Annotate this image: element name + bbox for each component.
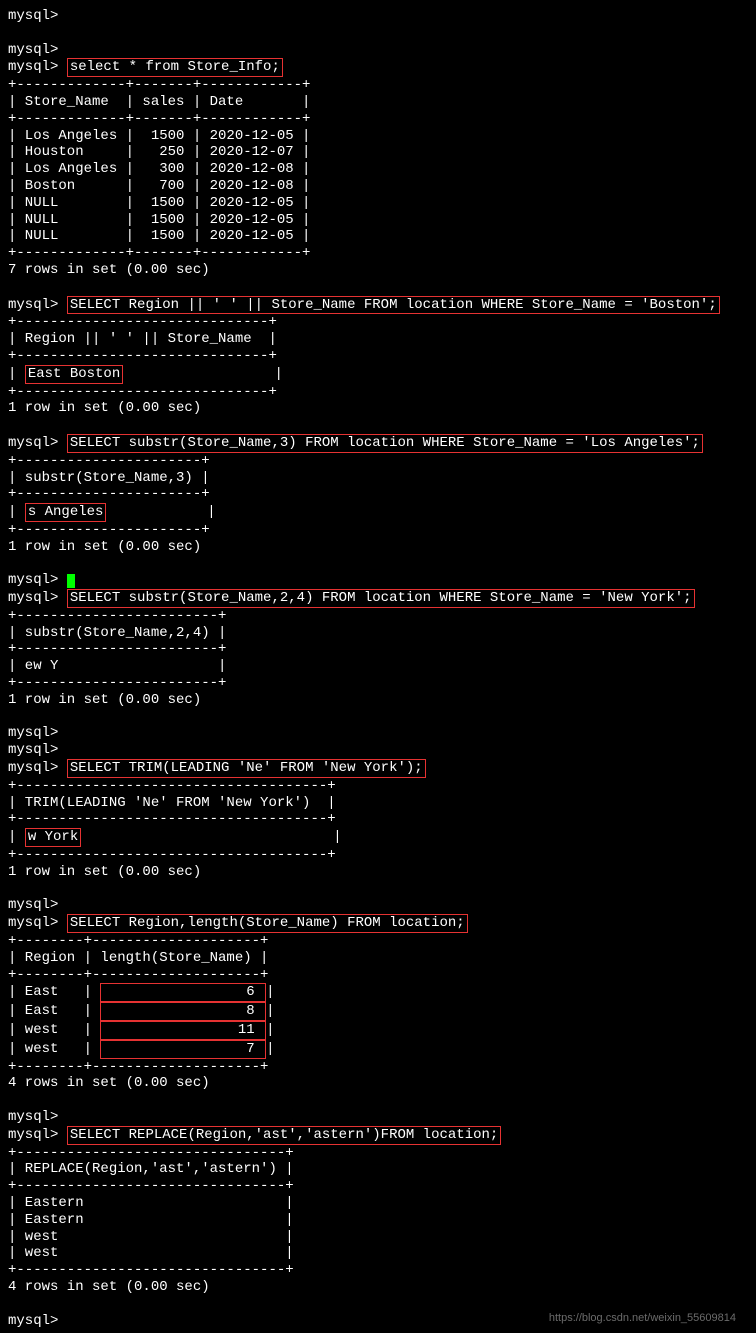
prompt: mysql> — [8, 297, 58, 313]
prompt: mysql> — [8, 725, 58, 741]
table-separator: +--------+--------------------+ — [8, 933, 748, 950]
table-row: | East Boston | — [8, 365, 748, 384]
table-row: | west | — [8, 1245, 748, 1262]
table-row: | East | 8 | — [8, 1002, 748, 1021]
query-5: SELECT TRIM(LEADING 'Ne' FROM 'New York'… — [67, 759, 426, 778]
table-header: | REPLACE(Region,'ast','astern') | — [8, 1161, 748, 1178]
result-value: 7 — [100, 1040, 266, 1059]
table-header: | Region | length(Store_Name) | — [8, 950, 748, 967]
status-line: 1 row in set (0.00 sec) — [8, 692, 748, 709]
table-row: | Boston | 700 | 2020-12-08 | — [8, 178, 748, 195]
table-row: | s Angeles | — [8, 503, 748, 522]
table-row: | NULL | 1500 | 2020-12-05 | — [8, 195, 748, 212]
prompt: mysql> — [8, 1109, 58, 1125]
table-separator: +------------------------------+ — [8, 314, 748, 331]
query-2: SELECT Region || ' ' || Store_Name FROM … — [67, 296, 720, 315]
table-separator: +----------------------+ — [8, 486, 748, 503]
table-header: | Store_Name | sales | Date | — [8, 94, 748, 111]
status-line: 1 row in set (0.00 sec) — [8, 400, 748, 417]
table-separator: +-------------+-------+------------+ — [8, 245, 748, 262]
result-value: 8 — [100, 1002, 266, 1021]
table-header: | substr(Store_Name,2,4) | — [8, 625, 748, 642]
table-row: | ew Y | — [8, 658, 748, 675]
result-value: 6 — [100, 983, 266, 1002]
cursor-icon — [67, 574, 75, 588]
query-7: SELECT REPLACE(Region,'ast','astern')FRO… — [67, 1126, 501, 1145]
prompt: mysql> — [8, 59, 58, 75]
prompt: mysql> — [8, 435, 58, 451]
result-value: s Angeles — [25, 503, 107, 522]
table-row: | west | 7 | — [8, 1040, 748, 1059]
watermark: https://blog.csdn.net/weixin_55609814 — [549, 1312, 736, 1325]
prompt: mysql> — [8, 915, 58, 931]
table-separator: +--------------------------------+ — [8, 1145, 748, 1162]
table-separator: +-------------+-------+------------+ — [8, 77, 748, 94]
table-separator: +-------------+-------+------------+ — [8, 111, 748, 128]
status-line: 7 rows in set (0.00 sec) — [8, 262, 748, 279]
prompt: mysql> — [8, 742, 58, 758]
table-row: | Eastern | — [8, 1212, 748, 1229]
table-row: | west | — [8, 1229, 748, 1246]
status-line: 1 row in set (0.00 sec) — [8, 864, 748, 881]
result-value: 11 — [100, 1021, 266, 1040]
table-row: | Eastern | — [8, 1195, 748, 1212]
prompt: mysql> — [8, 8, 58, 24]
result-value: East Boston — [25, 365, 123, 384]
status-line: 1 row in set (0.00 sec) — [8, 539, 748, 556]
table-row: | Houston | 250 | 2020-12-07 | — [8, 144, 748, 161]
prompt: mysql> — [8, 1127, 58, 1143]
table-row: | East | 6 | — [8, 983, 748, 1002]
table-row: | west | 11 | — [8, 1021, 748, 1040]
table-separator: +----------------------+ — [8, 522, 748, 539]
table-separator: +----------------------+ — [8, 453, 748, 470]
table-separator: +-------------------------------------+ — [8, 778, 748, 795]
table-row: | Los Angeles | 300 | 2020-12-08 | — [8, 161, 748, 178]
prompt: mysql> — [8, 572, 58, 588]
table-separator: +------------------------+ — [8, 675, 748, 692]
table-separator: +--------+--------------------+ — [8, 1059, 748, 1076]
prompt: mysql> — [8, 760, 58, 776]
prompt: mysql> — [8, 1313, 58, 1329]
table-separator: +--------+--------------------+ — [8, 967, 748, 984]
query-1: select * from Store_Info; — [67, 58, 283, 77]
prompt: mysql> — [8, 590, 58, 606]
table-row: | NULL | 1500 | 2020-12-05 | — [8, 212, 748, 229]
table-separator: +--------------------------------+ — [8, 1262, 748, 1279]
table-header: | substr(Store_Name,3) | — [8, 470, 748, 487]
table-separator: +-------------------------------------+ — [8, 847, 748, 864]
table-separator: +------------------------+ — [8, 641, 748, 658]
status-line: 4 rows in set (0.00 sec) — [8, 1075, 748, 1092]
table-separator: +------------------------------+ — [8, 384, 748, 401]
table-separator: +------------------------+ — [8, 608, 748, 625]
table-row: | w York | — [8, 828, 748, 847]
table-row: | NULL | 1500 | 2020-12-05 | — [8, 228, 748, 245]
table-separator: +-------------------------------------+ — [8, 811, 748, 828]
query-4: SELECT substr(Store_Name,2,4) FROM locat… — [67, 589, 695, 608]
query-3: SELECT substr(Store_Name,3) FROM locatio… — [67, 434, 703, 453]
table-header: | TRIM(LEADING 'Ne' FROM 'New York') | — [8, 795, 748, 812]
terminal[interactable]: mysql> mysql> mysql> select * from Store… — [8, 8, 748, 1329]
status-line: 4 rows in set (0.00 sec) — [8, 1279, 748, 1296]
table-header: | Region || ' ' || Store_Name | — [8, 331, 748, 348]
prompt: mysql> — [8, 42, 58, 58]
table-row: | Los Angeles | 1500 | 2020-12-05 | — [8, 128, 748, 145]
prompt: mysql> — [8, 897, 58, 913]
query-6: SELECT Region,length(Store_Name) FROM lo… — [67, 914, 468, 933]
table-separator: +------------------------------+ — [8, 348, 748, 365]
table-separator: +--------------------------------+ — [8, 1178, 748, 1195]
result-value: w York — [25, 828, 81, 847]
